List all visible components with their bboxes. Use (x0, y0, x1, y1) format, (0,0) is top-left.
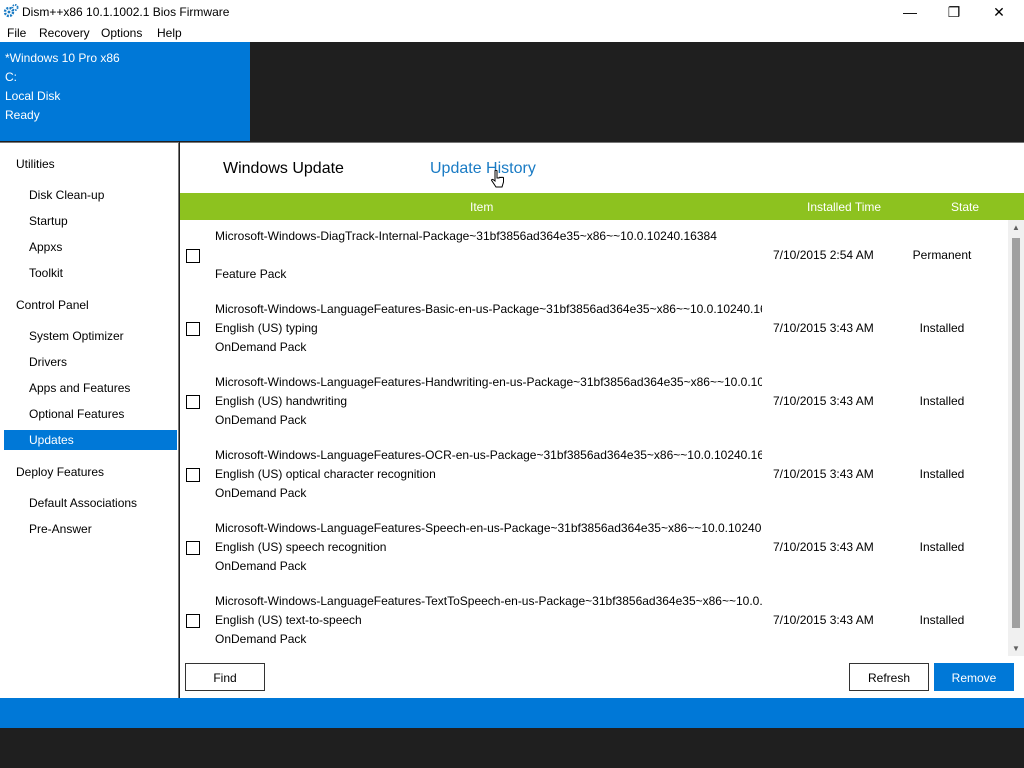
maximize-button[interactable]: ❐ (931, 0, 977, 24)
close-button[interactable]: ✕ (976, 0, 1022, 24)
package-name: Microsoft-Windows-LanguageFeatures-Basic… (215, 302, 762, 316)
gears-icon (3, 4, 19, 18)
sidebar-item-apps-features[interactable]: Apps and Features (4, 378, 177, 398)
scroll-down-arrow-icon[interactable]: ▼ (1012, 644, 1020, 653)
sidebar-item-pre-answer[interactable]: Pre-Answer (4, 519, 177, 539)
tab-windows-update[interactable]: Windows Update (223, 160, 344, 178)
minimize-button[interactable]: — (887, 0, 933, 24)
table-row[interactable]: Microsoft-Windows-LanguageFeatures-Basic… (180, 293, 1008, 366)
sidebar-header-control-panel: Control Panel (16, 298, 89, 312)
menu-file[interactable]: File (7, 26, 26, 40)
package-state: Installed (919, 394, 965, 408)
package-description: English (US) speech recognition (215, 540, 387, 554)
package-type: OnDemand Pack (215, 486, 307, 500)
package-state: Installed (919, 613, 965, 627)
row-checkbox[interactable] (186, 614, 200, 628)
column-header-item[interactable]: Item (470, 200, 493, 214)
table-header: Item Installed Time State (180, 193, 1024, 220)
installed-time: 7/10/2015 2:54 AM (773, 248, 874, 262)
remove-button[interactable]: Remove (934, 663, 1014, 691)
tab-update-history[interactable]: Update History (430, 160, 536, 178)
row-checkbox[interactable] (186, 541, 200, 555)
find-button[interactable]: Find (185, 663, 265, 691)
window-title: Dism++x86 10.1.1002.1 Bios Firmware (22, 5, 230, 19)
table-row[interactable]: Microsoft-Windows-DiagTrack-Internal-Pac… (180, 220, 1008, 293)
hand-cursor-icon (491, 170, 504, 188)
table-row[interactable]: Microsoft-Windows-LanguageFeatures-OCR-e… (180, 439, 1008, 512)
package-state: Installed (919, 540, 965, 554)
column-header-state[interactable]: State (951, 200, 979, 214)
column-header-installed-time[interactable]: Installed Time (807, 200, 881, 214)
row-checkbox[interactable] (186, 468, 200, 482)
os-name: *Windows 10 Pro x86 (5, 51, 120, 65)
bottom-area (0, 728, 1024, 768)
installed-time: 7/10/2015 3:43 AM (773, 394, 874, 408)
package-state: Installed (919, 321, 965, 335)
scrollbar-thumb[interactable] (1012, 238, 1020, 628)
package-name: Microsoft-Windows-DiagTrack-Internal-Pac… (215, 229, 717, 243)
menu-bar: File Recovery Options Help (0, 24, 1024, 42)
row-checkbox[interactable] (186, 249, 200, 263)
disk-label: Local Disk (5, 89, 61, 103)
table-row[interactable]: Microsoft-Windows-LanguageFeatures-Speec… (180, 512, 1008, 585)
package-state: Permanent (912, 248, 972, 262)
refresh-button[interactable]: Refresh (849, 663, 929, 691)
package-type: Feature Pack (215, 267, 287, 281)
row-checkbox[interactable] (186, 395, 200, 409)
installed-time: 7/10/2015 3:43 AM (773, 613, 874, 627)
update-list: Microsoft-Windows-DiagTrack-Internal-Pac… (180, 220, 1008, 656)
sidebar-item-system-optimizer[interactable]: System Optimizer (4, 326, 177, 346)
vertical-scrollbar[interactable]: ▲ ▼ (1008, 220, 1024, 656)
sidebar-item-updates[interactable]: Updates (4, 430, 177, 450)
package-type: OnDemand Pack (215, 413, 307, 427)
installed-time: 7/10/2015 3:43 AM (773, 467, 874, 481)
scroll-up-arrow-icon[interactable]: ▲ (1012, 223, 1020, 232)
minimize-icon: — (903, 4, 917, 20)
package-type: OnDemand Pack (215, 340, 307, 354)
package-type: OnDemand Pack (215, 632, 307, 646)
package-description: English (US) text-to-speech (215, 613, 362, 627)
sidebar-header-deploy: Deploy Features (16, 465, 105, 479)
table-row[interactable]: Microsoft-Windows-LanguageFeatures-Handw… (180, 366, 1008, 439)
package-description: English (US) typing (215, 321, 318, 335)
image-info-panel[interactable]: *Windows 10 Pro x86 C: Local Disk Ready (0, 42, 250, 141)
sidebar-item-drivers[interactable]: Drivers (4, 352, 177, 372)
installed-time: 7/10/2015 3:43 AM (773, 540, 874, 554)
sidebar-item-default-associations[interactable]: Default Associations (4, 493, 177, 513)
sidebar-item-optional-features[interactable]: Optional Features (4, 404, 177, 424)
sidebar-header-utilities: Utilities (16, 157, 55, 171)
sidebar-item-disk-cleanup[interactable]: Disk Clean-up (4, 185, 177, 205)
sidebar-item-startup[interactable]: Startup (4, 211, 177, 231)
package-description: English (US) handwriting (215, 394, 348, 408)
package-name: Microsoft-Windows-LanguageFeatures-Speec… (215, 521, 762, 535)
sidebar-item-toolkit[interactable]: Toolkit (4, 263, 177, 283)
close-icon: ✕ (993, 4, 1005, 20)
main-panel: Windows Update Update History Item Insta… (180, 142, 1024, 698)
package-state: Installed (919, 467, 965, 481)
package-name: Microsoft-Windows-LanguageFeatures-TextT… (215, 594, 762, 608)
menu-recovery[interactable]: Recovery (39, 26, 90, 40)
row-checkbox[interactable] (186, 322, 200, 336)
package-description: English (US) optical character recogniti… (215, 467, 436, 481)
restore-icon: ❐ (947, 4, 961, 20)
status-bar (0, 698, 1024, 728)
menu-options[interactable]: Options (101, 26, 142, 40)
sidebar: Utilities Disk Clean-up Startup Appxs To… (0, 142, 179, 698)
title-bar: Dism++x86 10.1.1002.1 Bios Firmware — ❐ … (0, 0, 1024, 24)
table-row[interactable]: Microsoft-Windows-LanguageFeatures-TextT… (180, 585, 1008, 656)
package-name: Microsoft-Windows-LanguageFeatures-OCR-e… (215, 448, 762, 462)
drive-letter: C: (5, 70, 17, 84)
sidebar-item-appxs[interactable]: Appxs (4, 237, 177, 257)
menu-help[interactable]: Help (157, 26, 182, 40)
package-name: Microsoft-Windows-LanguageFeatures-Handw… (215, 375, 762, 389)
image-status: Ready (5, 108, 40, 122)
package-type: OnDemand Pack (215, 559, 307, 573)
installed-time: 7/10/2015 3:43 AM (773, 321, 874, 335)
